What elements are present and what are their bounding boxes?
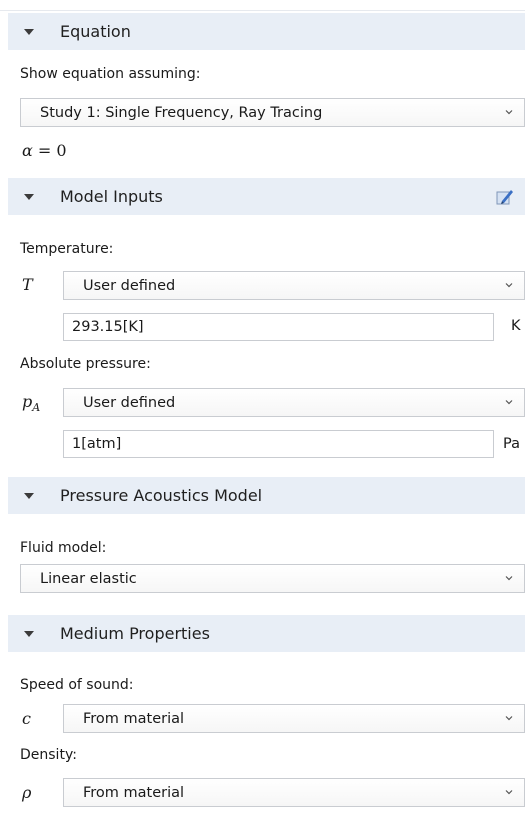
edit-pencil-icon[interactable] — [495, 187, 515, 207]
temperature-select[interactable]: User defined — [63, 271, 525, 300]
speed-of-sound-select-value: From material — [83, 710, 185, 727]
section-title: Pressure Acoustics Model — [60, 486, 263, 505]
equation-formula: α = 0 — [22, 141, 67, 160]
temperature-label: Temperature: — [20, 241, 114, 257]
pressure-select[interactable]: User defined — [63, 388, 525, 417]
section-model-inputs-header[interactable]: Model Inputs — [8, 178, 525, 215]
temperature-input[interactable]: 293.15[K] — [63, 313, 494, 341]
chevron-down-icon — [505, 110, 513, 115]
speed-of-sound-label: Speed of sound: — [20, 677, 134, 693]
pressure-label: Absolute pressure: — [20, 356, 151, 372]
fluid-model-select[interactable]: Linear elastic — [20, 564, 525, 593]
show-equation-label: Show equation assuming: — [20, 66, 201, 82]
temperature-unit: K — [511, 318, 521, 334]
section-equation-header[interactable]: Equation — [8, 13, 525, 50]
caret-down-icon[interactable] — [24, 630, 34, 637]
temperature-symbol: T — [22, 275, 33, 294]
chevron-down-icon — [505, 576, 513, 581]
caret-down-icon[interactable] — [24, 193, 34, 200]
chevron-down-icon — [505, 283, 513, 288]
section-title: Model Inputs — [60, 187, 163, 206]
caret-down-icon[interactable] — [24, 28, 34, 35]
chevron-down-icon — [505, 716, 513, 721]
caret-down-icon[interactable] — [24, 492, 34, 499]
density-symbol: ρ — [22, 783, 32, 802]
section-title: Equation — [60, 22, 131, 41]
study-select[interactable]: Study 1: Single Frequency, Ray Tracing — [20, 98, 525, 127]
speed-of-sound-symbol: c — [22, 709, 31, 728]
section-pressure-acoustics-header[interactable]: Pressure Acoustics Model — [8, 477, 525, 514]
top-border — [0, 0, 525, 11]
chevron-down-icon — [505, 400, 513, 405]
section-title: Medium Properties — [60, 624, 210, 643]
density-select[interactable]: From material — [63, 778, 525, 807]
pressure-input[interactable]: 1[atm] — [63, 430, 494, 458]
density-label: Density: — [20, 747, 77, 763]
pressure-select-value: User defined — [83, 394, 176, 411]
study-select-value: Study 1: Single Frequency, Ray Tracing — [40, 104, 323, 121]
temperature-input-value: 293.15[K] — [72, 319, 144, 335]
chevron-down-icon — [505, 790, 513, 795]
fluid-model-label: Fluid model: — [20, 540, 107, 556]
speed-of-sound-select[interactable]: From material — [63, 704, 525, 733]
section-medium-properties-header[interactable]: Medium Properties — [8, 615, 525, 652]
pressure-symbol: pA — [22, 392, 41, 415]
temperature-select-value: User defined — [83, 277, 176, 294]
pressure-input-value: 1[atm] — [72, 436, 122, 452]
density-select-value: From material — [83, 784, 185, 801]
fluid-model-select-value: Linear elastic — [40, 570, 137, 587]
pressure-unit: Pa — [503, 436, 520, 452]
